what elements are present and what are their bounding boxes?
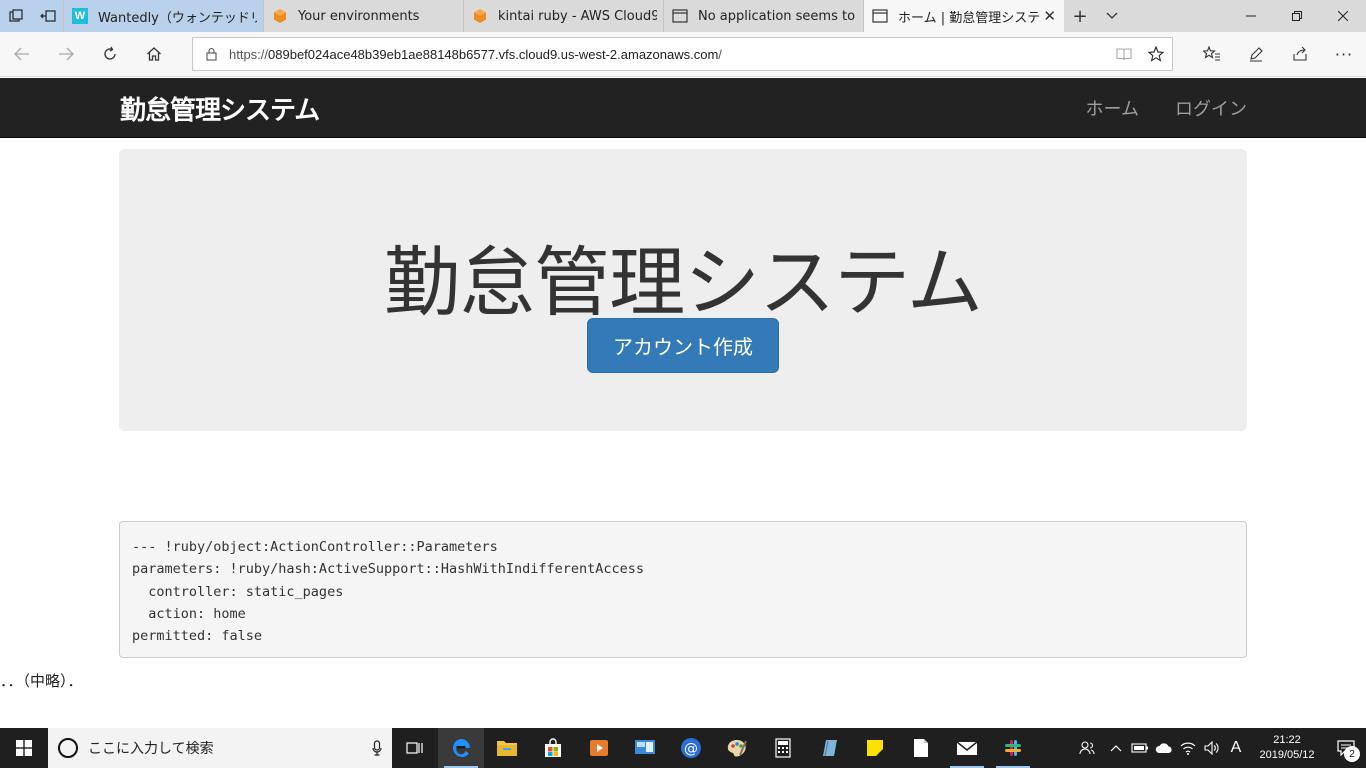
slack-icon[interactable]: [990, 728, 1036, 768]
forward-arrow-icon[interactable]: [44, 32, 88, 76]
debug-line: --- !ruby/object:ActionController::Param…: [132, 539, 498, 555]
paint-palette-icon[interactable]: [714, 728, 760, 768]
tab-wantedly[interactable]: W Wantedly（ウォンテッドリー）|: [64, 0, 264, 32]
onedrive-cloud-icon[interactable]: [1152, 728, 1176, 768]
tab-your-environments[interactable]: Your environments: [264, 0, 464, 32]
minimize-icon[interactable]: [1228, 0, 1274, 32]
favorites-hub-icon[interactable]: [1190, 32, 1234, 76]
wifi-icon[interactable]: [1176, 728, 1200, 768]
calculator-icon[interactable]: [760, 728, 806, 768]
action-center-button[interactable]: 2: [1326, 728, 1366, 768]
aws-cloud9-icon: [472, 8, 488, 24]
home-icon[interactable]: [132, 32, 176, 76]
tab-no-application[interactable]: No application seems to be: [664, 0, 864, 32]
omitted-note: ．．（中略）．: [0, 672, 83, 690]
tab-kintai-ruby-cloud9[interactable]: kintai ruby - AWS Cloud9: [464, 0, 664, 32]
windows-logo-icon: [16, 740, 32, 756]
url-text[interactable]: https://089bef024ace48b39eb1ae88148b6577…: [229, 47, 722, 62]
notification-count-badge: 2: [1344, 746, 1360, 762]
windows-taskbar: ここに入力して検索 @ A 21:22 2019/05/12 2: [0, 728, 1366, 768]
tab-manager-button[interactable]: [0, 0, 32, 32]
clock-date: 2019/05/12: [1259, 749, 1315, 761]
create-account-button[interactable]: アカウント作成: [587, 318, 779, 373]
refresh-icon[interactable]: [88, 32, 132, 76]
close-window-icon[interactable]: [1320, 0, 1366, 32]
lock-icon[interactable]: [193, 47, 229, 61]
restore-icon[interactable]: [1274, 0, 1320, 32]
file-explorer-icon[interactable]: [484, 728, 530, 768]
mail-at-icon[interactable]: @: [668, 728, 714, 768]
start-button[interactable]: [0, 728, 48, 768]
store-icon[interactable]: [530, 728, 576, 768]
tab-preview-chevron-icon[interactable]: [1096, 0, 1128, 32]
volume-icon[interactable]: [1200, 728, 1224, 768]
favorite-star-icon[interactable]: [1140, 38, 1172, 70]
site-nav-links: ホーム ログイン: [1050, 78, 1247, 138]
aws-cloud9-icon: [272, 8, 288, 24]
tab-home-kintai-active[interactable]: ホーム | 勤怠管理システム ✕: [864, 0, 1064, 32]
remote-desktop-icon[interactable]: [622, 728, 668, 768]
address-bar[interactable]: https://089bef024ace48b39eb1ae88148b6577…: [192, 37, 1173, 71]
site-navbar: 勤怠管理システム ホーム ログイン: [0, 78, 1366, 138]
clock-time: 21:22: [1273, 734, 1301, 746]
wantedly-icon: W: [72, 8, 88, 24]
new-tab-icon[interactable]: +: [1064, 0, 1096, 32]
task-view-icon[interactable]: [392, 728, 438, 768]
mail-envelope-icon[interactable]: [944, 728, 990, 768]
nav-link-home[interactable]: ホーム: [1086, 95, 1139, 121]
back-arrow-icon[interactable]: [0, 32, 44, 76]
url-scheme: https://: [229, 46, 269, 62]
svg-text:@: @: [684, 741, 698, 757]
show-hidden-icons-chevron-icon[interactable]: [1104, 728, 1128, 768]
tab-title: kintai ruby - AWS Cloud9: [498, 8, 657, 24]
ime-mode-indicator[interactable]: A: [1224, 728, 1248, 768]
hero-jumbotron: 勤怠管理システム アカウント作成: [119, 149, 1247, 431]
browser-tab-strip: W Wantedly（ウォンテッドリー）| Your environments …: [0, 0, 1366, 32]
tab-title: Your environments: [298, 8, 420, 24]
tab-title: ホーム | 勤怠管理システム: [898, 10, 1042, 26]
hero-title: 勤怠管理システム: [384, 238, 983, 327]
site-brand-logo[interactable]: 勤怠管理システム: [120, 90, 320, 127]
microphone-icon[interactable]: [362, 740, 392, 756]
browser-toolbar: https://089bef024ace48b39eb1ae88148b6577…: [0, 32, 1366, 77]
more-menu-icon[interactable]: ···: [1322, 32, 1366, 76]
page-icon: [672, 8, 688, 24]
debug-params-block: --- !ruby/object:ActionController::Param…: [119, 521, 1247, 658]
edge-browser-icon[interactable]: [438, 728, 484, 768]
debug-line: controller: static_pages: [132, 583, 344, 600]
battery-icon[interactable]: [1128, 728, 1152, 768]
page-icon: [872, 8, 888, 24]
people-icon[interactable]: [1070, 728, 1104, 768]
taskbar-search-box[interactable]: ここに入力して検索: [48, 728, 392, 768]
media-player-icon[interactable]: [576, 728, 622, 768]
tab-title: Wantedly（ウォンテッドリー）|: [98, 10, 257, 26]
debug-line: parameters: !ruby/hash:ActiveSupport::Ha…: [132, 561, 645, 578]
pen-notes-icon[interactable]: [1234, 32, 1278, 76]
set-aside-tabs-button[interactable]: [32, 0, 64, 32]
system-tray: A 21:22 2019/05/12 2: [1070, 728, 1366, 768]
url-path: /: [718, 46, 722, 62]
cortana-icon: [58, 738, 78, 758]
debug-line: action: home: [132, 605, 246, 622]
reading-view-icon[interactable]: [1108, 38, 1140, 70]
search-placeholder: ここに入力して検索: [88, 741, 214, 757]
notebook-app-icon[interactable]: [806, 728, 852, 768]
nav-link-login[interactable]: ログイン: [1175, 95, 1247, 121]
debug-line: permitted: false: [132, 628, 263, 645]
blank-document-icon[interactable]: [898, 728, 944, 768]
close-tab-icon[interactable]: ✕: [1041, 7, 1058, 25]
system-clock[interactable]: 21:22 2019/05/12: [1248, 733, 1326, 763]
set-aside-tabs-icon: [39, 10, 56, 22]
url-host: 089bef024ace48b39eb1ae88148b6577.vfs.clo…: [268, 46, 719, 62]
share-icon[interactable]: [1278, 32, 1322, 76]
tab-manager-icon: [9, 9, 23, 22]
tab-title: No application seems to be: [698, 8, 857, 24]
sticky-notes-icon[interactable]: [852, 728, 898, 768]
